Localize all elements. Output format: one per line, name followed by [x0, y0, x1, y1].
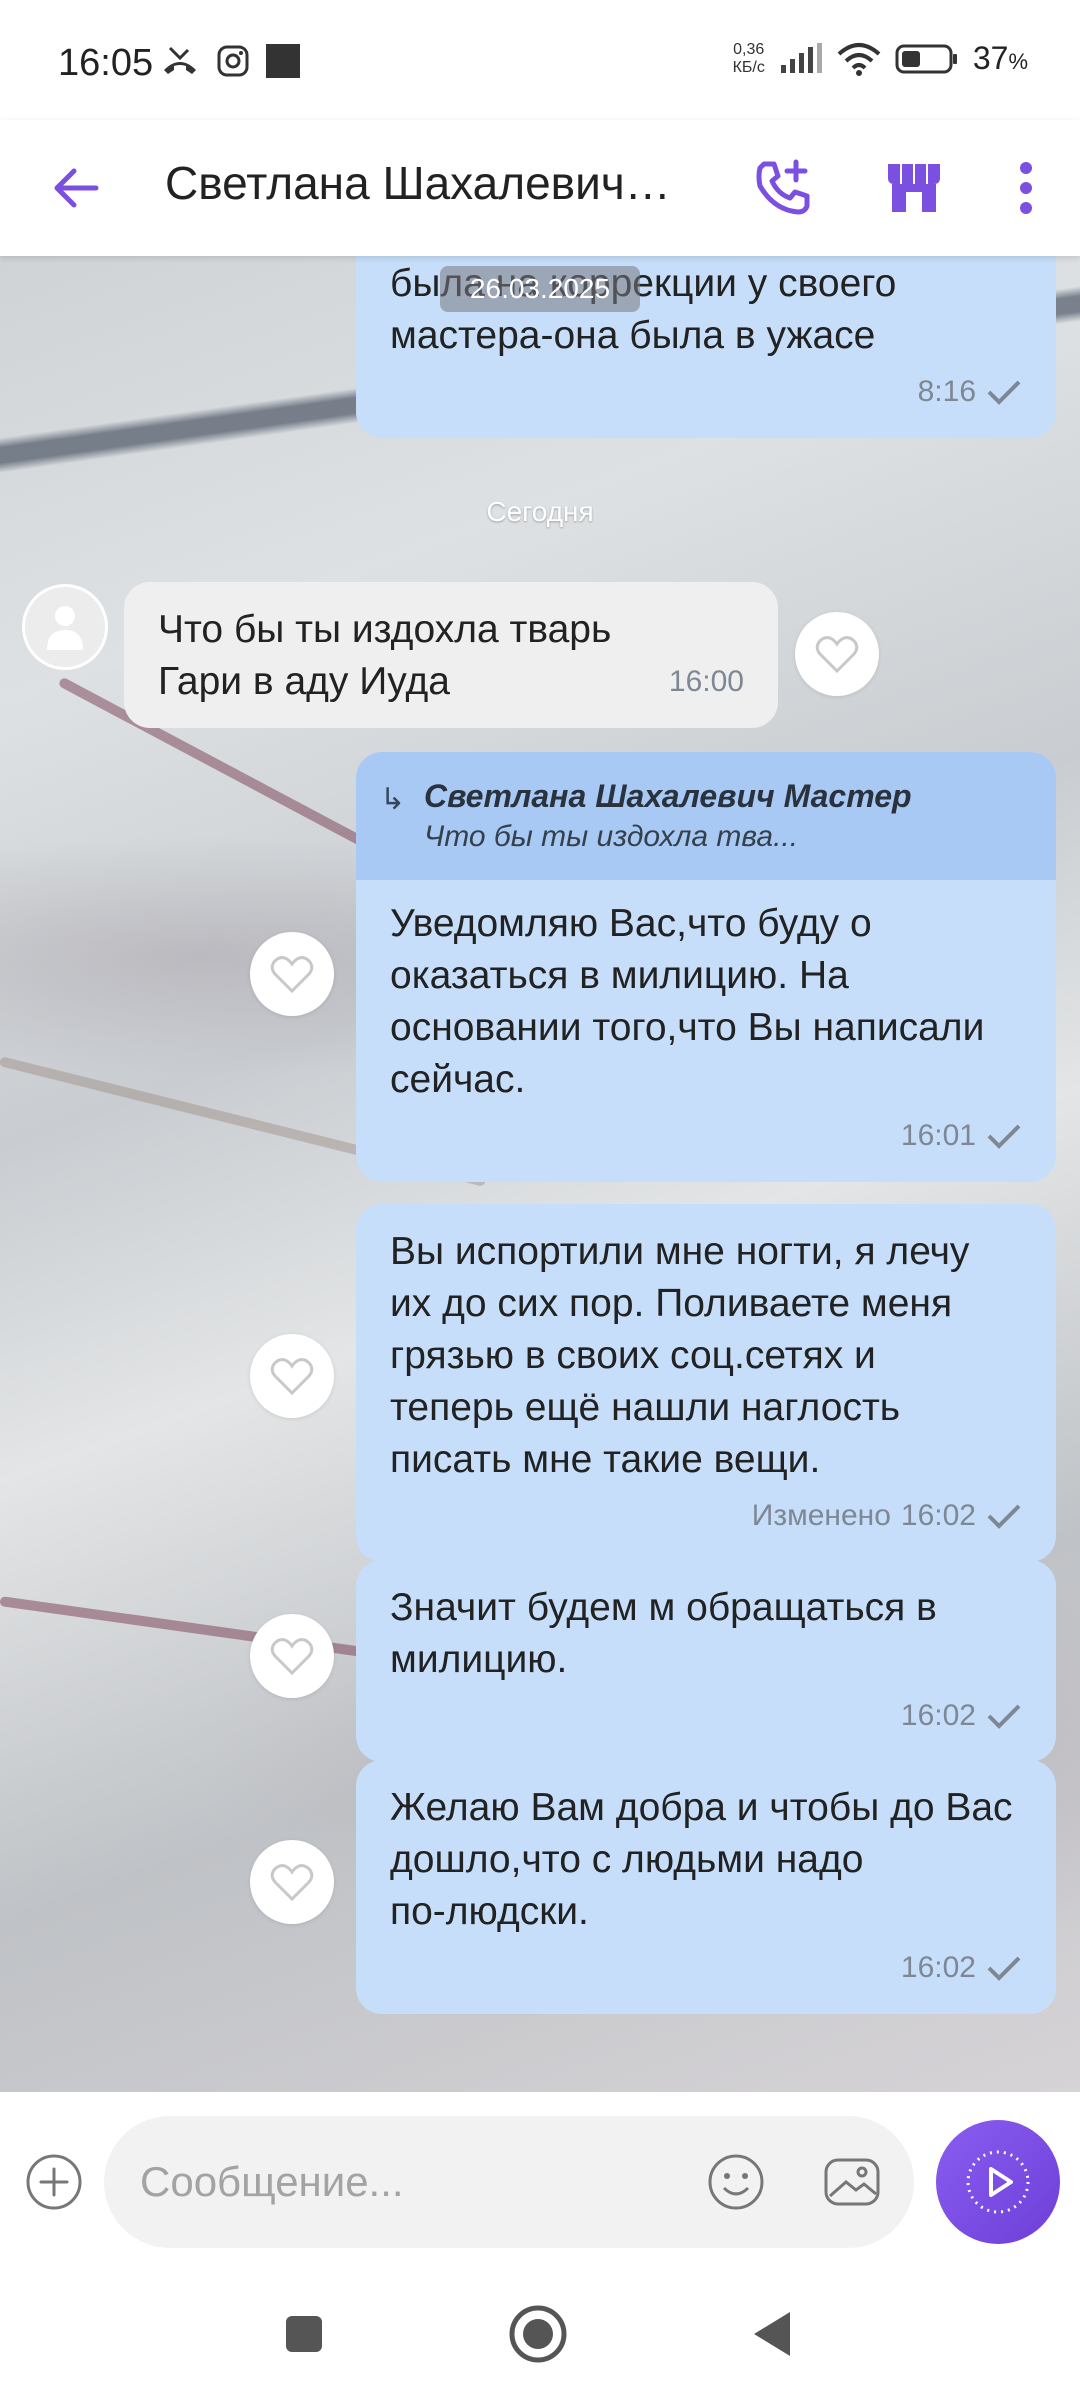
outgoing-message[interactable]: Вы испортили мне ногти, я лечу их до сих… [356, 1204, 1056, 1562]
send-icon [966, 2150, 1030, 2214]
message-meta: 16:02 [390, 1942, 1022, 1994]
outgoing-message[interactable]: Желаю Вам добра и чтобы до Вас дошло,что… [356, 1760, 1056, 2014]
square-icon [286, 2316, 322, 2352]
like-button[interactable] [250, 1334, 334, 1418]
chat-messages[interactable]: была на коррекции у своего мастера-она б… [0, 256, 1080, 2092]
user-icon [47, 606, 83, 650]
check-icon [987, 1124, 1021, 1149]
battery-icon [895, 44, 957, 73]
reply-arrow-icon: ↳ [380, 783, 406, 816]
net-speed: 0,36 КБ/с [732, 40, 765, 76]
instagram-icon [217, 45, 249, 77]
back-nav-button[interactable] [736, 2298, 808, 2370]
chat-header: Светлана Шахалевич… [0, 120, 1080, 256]
arrow-left-icon [54, 168, 99, 208]
date-separator: Сегодня [486, 496, 594, 527]
message-time: 16:02 [900, 1499, 976, 1532]
battery-percent: 37% [972, 40, 1028, 76]
message-time: 16:00 [668, 665, 744, 698]
attach-button[interactable] [24, 2152, 84, 2212]
heart-icon [270, 1638, 314, 1676]
message-input[interactable]: Сообщение... [104, 2116, 914, 2248]
wifi-icon [837, 42, 881, 76]
chat-title[interactable]: Светлана Шахалевич… [165, 156, 671, 210]
app-notification-icon [266, 44, 300, 78]
like-button[interactable] [250, 1840, 334, 1924]
quoted-sender: Светлана Шахалевич Мастер [424, 778, 912, 814]
triangle-back-icon [754, 2312, 790, 2356]
incoming-message[interactable]: Что бы ты издохла тварь Гари в аду Иуда … [124, 582, 778, 728]
plus-circle-icon [26, 2154, 82, 2210]
send-button[interactable] [936, 2120, 1060, 2244]
back-button[interactable] [46, 158, 106, 218]
check-icon [987, 1504, 1021, 1529]
heart-icon [270, 956, 314, 994]
avatar[interactable] [22, 584, 108, 670]
message-text: Значит будем м обращаться в милицию. [390, 1586, 937, 1681]
outgoing-message[interactable]: Значит будем м обращаться в милицию. 16:… [356, 1560, 1056, 1762]
status-bar: 16:05 0,36 КБ/с 37% [0, 0, 1080, 120]
call-button[interactable] [744, 150, 820, 226]
message-text: Что бы ты издохла тварь Гари в аду Иуда [158, 608, 612, 703]
message-composer: Сообщение... [0, 2092, 1080, 2268]
heart-icon [270, 1864, 314, 1902]
edited-label: Изменено [751, 1499, 891, 1532]
smiley-icon[interactable] [704, 2150, 768, 2214]
heart-icon [815, 636, 859, 674]
home-button[interactable] [502, 2298, 574, 2370]
status-time: 16:05 [58, 42, 154, 84]
message-placeholder: Сообщение... [140, 2158, 404, 2205]
check-icon [987, 1956, 1021, 1981]
like-button[interactable] [250, 1614, 334, 1698]
notification-icons [160, 44, 300, 78]
date-pill: 26.03.2025 [440, 266, 640, 312]
quoted-text: Что бы ты издохла тва... [424, 820, 799, 853]
check-icon [987, 1704, 1021, 1729]
message-time: 16:02 [900, 1699, 976, 1732]
store-icon [888, 164, 940, 212]
missed-call-icon [164, 46, 196, 74]
message-meta: 16:02 [390, 1690, 1022, 1742]
more-vertical-icon [1020, 162, 1032, 214]
message-text: Уведомляю Вас,что буду о оказаться в мил… [390, 902, 985, 1101]
message-time: 16:02 [900, 1951, 976, 1984]
phone-plus-icon [756, 159, 810, 215]
message-meta: 8:16 [390, 366, 1022, 418]
signal-icon [780, 42, 822, 73]
status-right: 0,36 КБ/с 37% [733, 40, 1028, 77]
message-text: Желаю Вам добра и чтобы до Вас дошло,что… [390, 1786, 1013, 1933]
more-button[interactable] [988, 150, 1064, 226]
message-meta: 16:01 [390, 1110, 1022, 1162]
gallery-icon[interactable] [820, 2150, 884, 2214]
message-time: 8:16 [917, 375, 976, 408]
home-circle-icon [509, 2305, 567, 2363]
reply-quote[interactable]: ↳ Светлана Шахалевич Мастер Что бы ты из… [356, 752, 1056, 880]
outgoing-reply-message[interactable]: ↳ Светлана Шахалевич Мастер Что бы ты из… [356, 752, 1056, 1182]
message-meta: Изменено 16:02 [390, 1490, 1022, 1542]
check-icon [987, 380, 1021, 405]
recents-button[interactable] [268, 2298, 340, 2370]
like-button[interactable] [795, 612, 879, 696]
heart-icon [270, 1358, 314, 1396]
like-button[interactable] [250, 932, 334, 1016]
message-text: Вы испортили мне ногти, я лечу их до сих… [390, 1230, 970, 1481]
navigation-bar [0, 2268, 1080, 2400]
message-time: 16:01 [900, 1119, 976, 1152]
shop-button[interactable] [876, 150, 952, 226]
